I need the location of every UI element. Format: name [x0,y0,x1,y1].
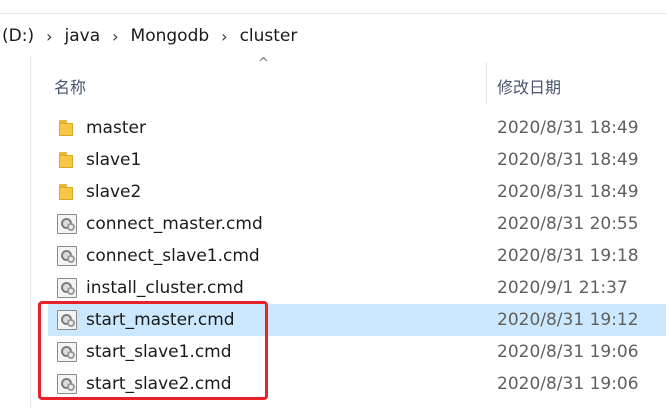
column-header-date[interactable]: 修改日期 [497,74,561,98]
folder-icon [57,150,77,170]
chevron-right-icon[interactable]: › [112,27,118,46]
file-row[interactable]: start_master.cmd 2020/8/31 19:12 [48,304,666,336]
file-row[interactable]: start_slave1.cmd 2020/8/31 19:06 [48,336,666,368]
chevron-right-icon[interactable]: › [46,27,52,46]
breadcrumb-java[interactable]: java [65,26,101,46]
file-name[interactable]: start_slave2.cmd [86,374,232,394]
file-name[interactable]: install_cluster.cmd [86,278,244,298]
file-row[interactable]: start_slave2.cmd 2020/8/31 19:06 [48,368,666,400]
file-row[interactable]: connect_slave1.cmd 2020/8/31 19:18 [48,240,666,272]
cmd-file-icon [57,374,77,394]
address-bar[interactable]: (D:) › java › Mongodb › cluster [0,20,666,52]
file-row[interactable]: install_cluster.cmd 2020/9/1 21:37 [48,272,666,304]
column-header-name[interactable]: 名称 [54,74,86,98]
file-modified-date: 2020/8/31 18:49 [497,150,639,170]
file-list: master 2020/8/31 18:49 slave1 2020/8/31 18:… [48,112,666,400]
cmd-file-icon [57,278,77,298]
file-name[interactable]: start_slave1.cmd [86,342,232,362]
file-row[interactable]: master 2020/8/31 18:49 [48,112,666,144]
file-name[interactable]: connect_master.cmd [86,214,263,234]
file-modified-date: 2020/8/31 20:55 [497,214,639,234]
cmd-file-icon [57,310,77,330]
chevron-right-icon[interactable]: › [221,27,227,46]
file-modified-date: 2020/9/1 21:37 [497,278,628,298]
file-name[interactable]: start_master.cmd [86,310,235,330]
breadcrumb-drive[interactable]: (D:) [2,26,34,46]
file-modified-date: 2020/8/31 18:49 [497,118,639,138]
folder-icon [57,118,77,138]
column-divider[interactable] [486,62,487,104]
file-row[interactable]: connect_master.cmd 2020/8/31 20:55 [48,208,666,240]
file-name[interactable]: master [86,118,146,138]
breadcrumb-mongodb[interactable]: Mongodb [131,26,210,46]
cmd-file-icon [57,246,77,266]
cmd-file-icon [57,342,77,362]
file-modified-date: 2020/8/31 19:06 [497,374,639,394]
file-name[interactable]: connect_slave1.cmd [86,246,260,266]
file-name[interactable]: slave2 [86,182,141,202]
file-modified-date: 2020/8/31 19:12 [497,310,639,330]
folder-icon [57,182,77,202]
cmd-file-icon [57,214,77,234]
sort-ascending-icon: ^ [258,56,269,71]
file-modified-date: 2020/8/31 19:06 [497,342,639,362]
file-row[interactable]: slave1 2020/8/31 18:49 [48,144,666,176]
file-modified-date: 2020/8/31 19:18 [497,246,639,266]
file-modified-date: 2020/8/31 18:49 [497,182,639,202]
file-name[interactable]: slave1 [86,150,141,170]
navigation-pane-edge [0,56,31,408]
file-row[interactable]: slave2 2020/8/31 18:49 [48,176,666,208]
breadcrumb-cluster[interactable]: cluster [240,26,298,46]
window-top-strip [0,0,666,14]
column-header-row: ^ 名称 修改日期 [31,56,666,104]
